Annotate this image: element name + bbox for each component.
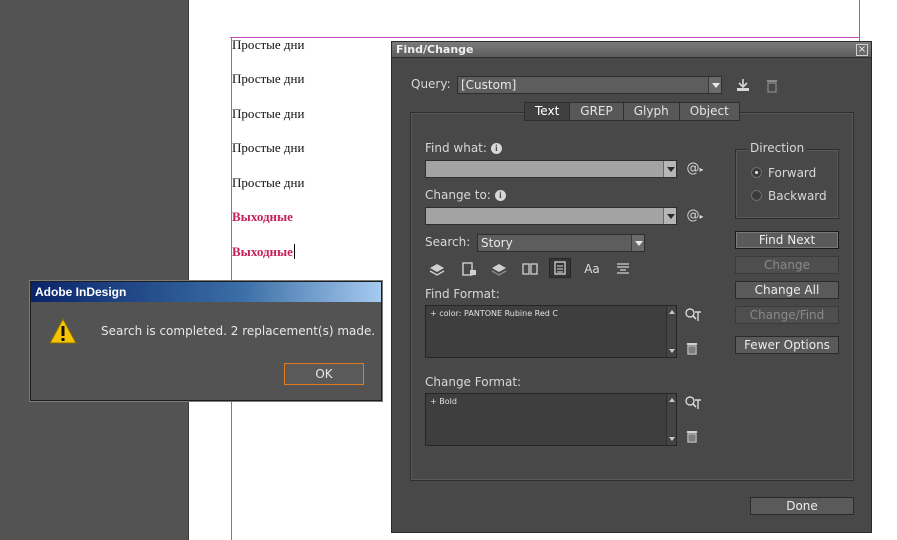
save-query-icon[interactable] (735, 77, 751, 93)
include-locked-stories-icon[interactable] (458, 259, 480, 279)
alert-dialog: Adobe InDesign Search is completed. 2 re… (30, 281, 382, 401)
warning-icon (49, 318, 77, 344)
find-change-dialog: Find/Change × Query: [Custom] Text GREP … (391, 41, 872, 533)
find-format-value: + color: PANTONE Rubine Red C (430, 309, 559, 318)
styled-text-line[interactable]: Выходные (232, 209, 293, 225)
search-scope-dropdown[interactable]: Story (477, 234, 645, 252)
specify-change-format-icon[interactable] (684, 395, 702, 411)
clear-find-format-icon[interactable] (686, 342, 698, 355)
alert-title[interactable]: Adobe InDesign (31, 282, 381, 302)
delete-query-icon[interactable] (765, 78, 779, 93)
chevron-down-icon (631, 235, 644, 251)
query-value: [Custom] (461, 78, 517, 92)
find-format-label: Find Format: (425, 287, 500, 301)
margin-guide-top (230, 37, 860, 38)
query-dropdown[interactable]: [Custom] (457, 76, 722, 94)
query-label: Query: (411, 77, 451, 91)
scrollbar[interactable] (666, 394, 676, 445)
radio-backward[interactable] (751, 190, 762, 201)
whole-word-icon[interactable] (612, 259, 634, 279)
direction-legend: Direction (747, 141, 808, 155)
styled-text-content[interactable]: Выходные (232, 244, 293, 259)
change-find-button[interactable]: Change/Find (735, 306, 839, 324)
include-locked-layers-icon[interactable] (426, 259, 448, 279)
text-line[interactable]: Простые дни (232, 37, 304, 53)
change-to-text: Change to: (425, 188, 491, 202)
case-sensitive-icon[interactable]: Aa (581, 259, 603, 279)
chevron-down-icon (708, 77, 721, 93)
change-button[interactable]: Change (735, 256, 839, 274)
margin-guide-right (859, 0, 860, 42)
change-to-input[interactable] (425, 207, 677, 225)
tab-object[interactable]: Object (679, 102, 740, 121)
dialog-title[interactable]: Find/Change (392, 42, 871, 58)
tab-grep[interactable]: GREP (570, 102, 624, 121)
text-line[interactable]: Простые дни (232, 175, 304, 191)
info-icon[interactable]: i (494, 190, 506, 201)
done-button[interactable]: Done (750, 497, 854, 515)
text-cursor (293, 244, 295, 259)
include-hidden-layers-icon[interactable] (488, 259, 510, 279)
styled-text-line[interactable]: Выходные (232, 244, 295, 260)
specify-find-format-icon[interactable] (684, 307, 702, 323)
include-master-pages-icon[interactable] (519, 259, 541, 279)
chevron-down-icon (663, 161, 676, 177)
find-what-input[interactable] (425, 160, 677, 178)
change-all-button[interactable]: Change All (735, 281, 839, 299)
special-characters-icon[interactable]: @▸ (685, 208, 705, 225)
search-label: Search: (425, 235, 471, 249)
info-icon[interactable]: i (490, 143, 502, 154)
direction-group (735, 149, 839, 219)
find-next-button[interactable]: Find Next (735, 231, 839, 249)
scrollbar[interactable] (666, 306, 676, 357)
fewer-options-button[interactable]: Fewer Options (735, 336, 839, 354)
ok-button[interactable]: OK (284, 363, 364, 385)
tab-text[interactable]: Text (524, 102, 571, 121)
search-scope-value: Story (481, 236, 513, 250)
change-to-label: Change to: i (425, 188, 506, 202)
backward-label[interactable]: Backward (768, 189, 827, 203)
clear-change-format-icon[interactable] (686, 430, 698, 443)
scroll-down-icon[interactable] (669, 437, 675, 441)
find-format-box[interactable]: + color: PANTONE Rubine Red C (425, 305, 677, 358)
scroll-down-icon[interactable] (669, 349, 675, 353)
change-format-label: Change Format: (425, 375, 522, 389)
text-line[interactable]: Простые дни (232, 106, 304, 122)
scroll-up-icon[interactable] (669, 310, 675, 314)
search-tabs: Text GREP Glyph Object (524, 102, 740, 121)
text-line[interactable]: Простые дни (232, 71, 304, 87)
special-characters-icon[interactable]: @▸ (685, 161, 705, 178)
chevron-down-icon (663, 208, 676, 224)
scroll-up-icon[interactable] (669, 398, 675, 402)
text-line[interactable]: Простые дни (232, 140, 304, 156)
pasteboard (0, 0, 189, 540)
radio-forward[interactable] (751, 167, 762, 178)
include-footnotes-icon[interactable] (549, 258, 571, 278)
change-format-value: + Bold (430, 397, 457, 406)
close-icon[interactable]: × (856, 44, 868, 56)
alert-message: Search is completed. 2 replacement(s) ma… (101, 324, 376, 338)
find-what-label: Find what: i (425, 141, 502, 155)
change-format-box[interactable]: + Bold (425, 393, 677, 446)
tab-glyph[interactable]: Glyph (623, 102, 680, 121)
find-what-text: Find what: (425, 141, 487, 155)
forward-label[interactable]: Forward (768, 166, 816, 180)
